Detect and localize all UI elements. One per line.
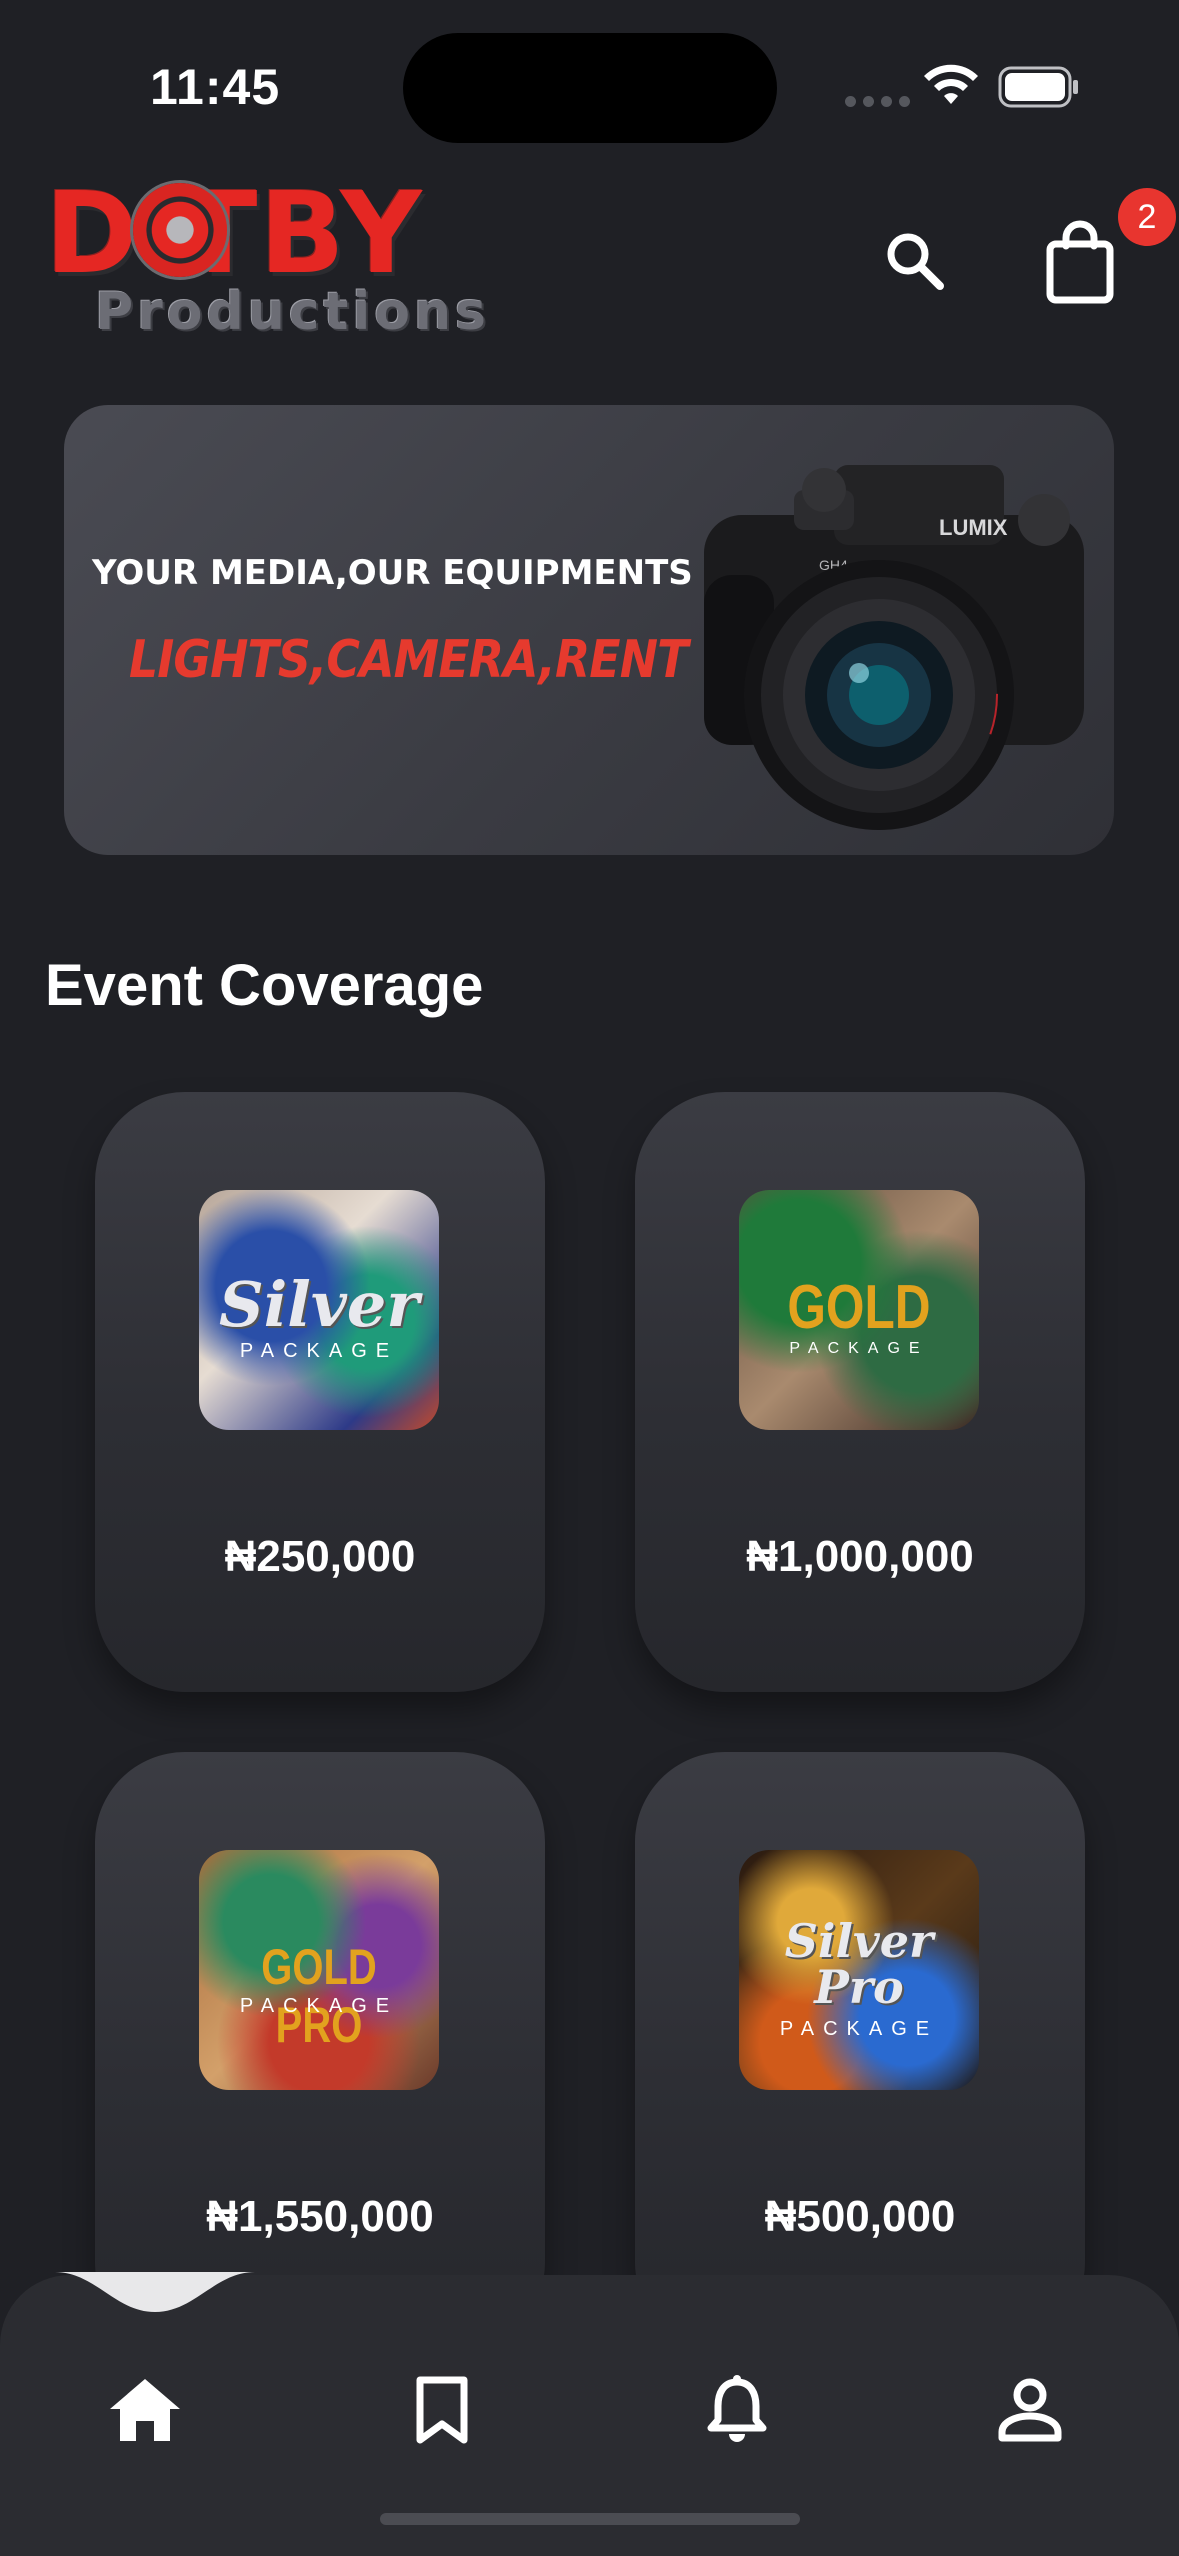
wifi-icon — [924, 64, 978, 104]
banner-tagline: YOUR MEDIA,OUR EQUIPMENTS — [92, 553, 693, 593]
package-card-silver[interactable]: Silver PACKAGE ₦250,000 — [95, 1092, 545, 1692]
search-icon[interactable] — [880, 226, 950, 296]
banner-headline: LIGHTS,CAMERA,RENT — [129, 630, 688, 690]
package-thumbnail: GOLD PRO PACKAGE — [199, 1850, 439, 2090]
logo-text-top: D TBY — [45, 169, 424, 299]
package-price: ₦1,550,000 — [206, 2192, 434, 2241]
brand-logo[interactable]: D TBY Productions — [45, 169, 486, 348]
bell-icon[interactable] — [692, 2365, 782, 2455]
package-thumbnail: GOLD PACKAGE — [739, 1190, 979, 1430]
signal-icon — [845, 96, 910, 107]
battery-icon — [998, 66, 1078, 108]
active-tab-indicator — [55, 2272, 255, 2312]
package-price: ₦1,000,000 — [746, 1532, 974, 1581]
shopping-bag-icon[interactable] — [1040, 218, 1120, 308]
svg-text:LUMIX: LUMIX — [939, 515, 1008, 540]
status-time: 11:45 — [150, 59, 281, 115]
section-title: Event Coverage — [45, 953, 484, 1018]
home-indicator — [380, 2513, 800, 2525]
package-thumbnail: Silver Pro PACKAGE — [739, 1850, 979, 2090]
package-card-silver-pro[interactable]: Silver Pro PACKAGE ₦500,000 — [635, 1752, 1085, 2352]
package-thumbnail: Silver PACKAGE — [199, 1190, 439, 1430]
package-card-gold[interactable]: GOLD PACKAGE ₦1,000,000 — [635, 1092, 1085, 1692]
promo-banner[interactable]: YOUR MEDIA,OUR EQUIPMENTS LIGHTS,CAMERA,… — [64, 405, 1114, 855]
cart-count-badge: 2 — [1118, 188, 1176, 246]
package-price: ₦500,000 — [764, 2192, 956, 2241]
bookmark-icon[interactable] — [397, 2365, 487, 2455]
camera-image: LUMIX GH4 — [704, 465, 1084, 830]
logo-reel-icon — [133, 183, 227, 277]
dynamic-island — [403, 33, 777, 143]
logo-text-bottom: Productions — [95, 282, 490, 342]
home-icon[interactable] — [100, 2365, 190, 2455]
profile-icon[interactable] — [985, 2365, 1075, 2455]
package-card-gold-pro[interactable]: GOLD PRO PACKAGE ₦1,550,000 — [95, 1752, 545, 2352]
package-price: ₦250,000 — [224, 1532, 416, 1581]
